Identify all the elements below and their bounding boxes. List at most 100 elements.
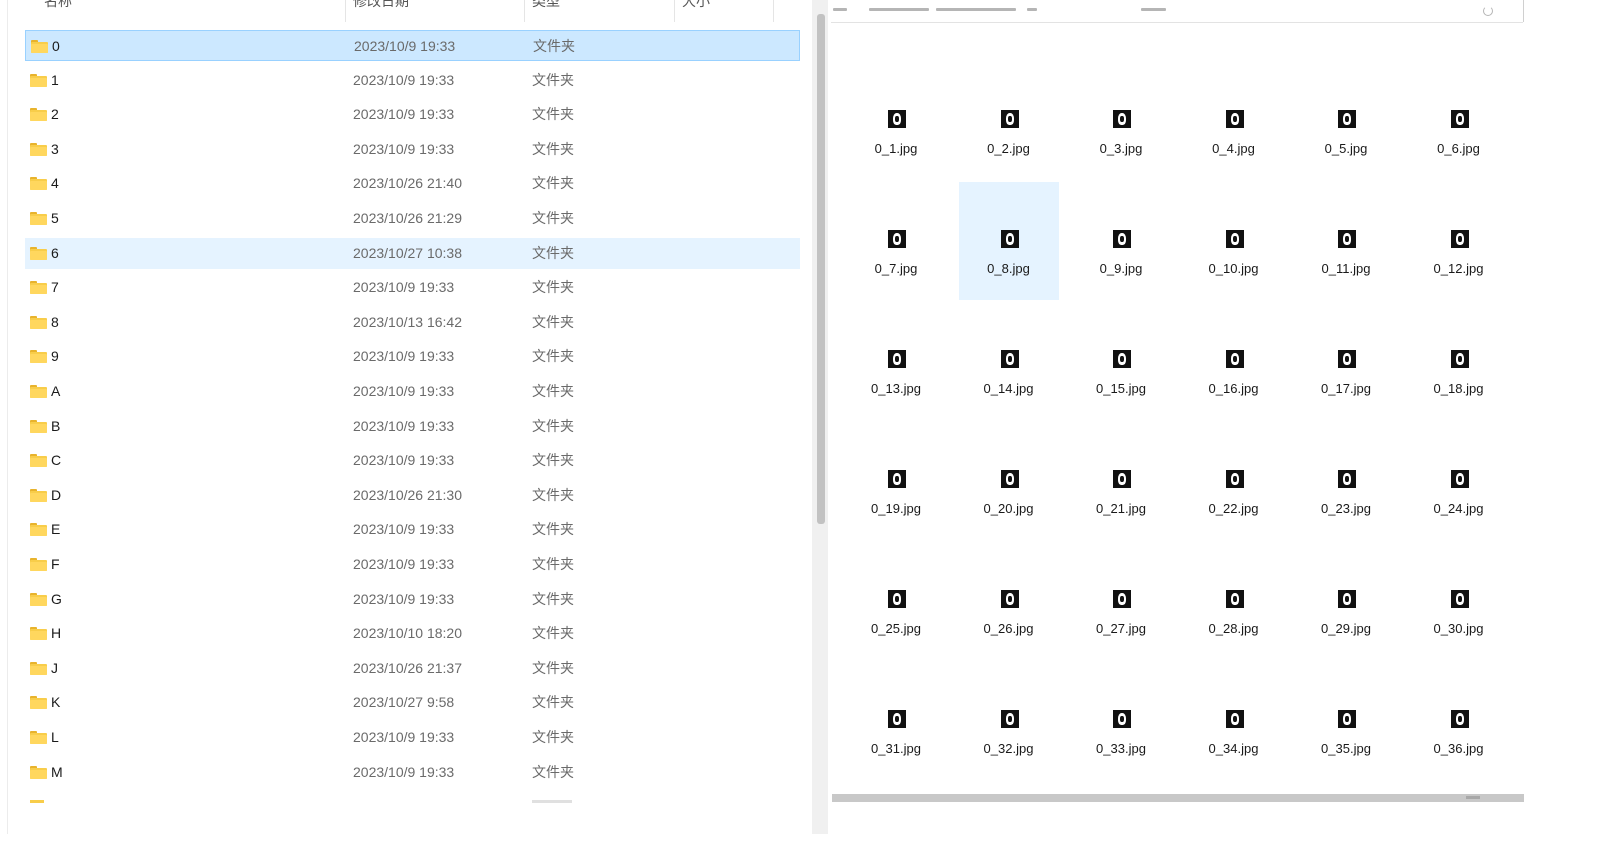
file-tile[interactable]: 0_26.jpg xyxy=(959,542,1059,660)
column-divider[interactable] xyxy=(773,0,774,22)
file-label: 0_13.jpg xyxy=(871,381,921,396)
table-row[interactable]: E 2023/10/9 19:33 文件夹 xyxy=(25,514,800,545)
image-thumbnail-icon xyxy=(1225,110,1244,128)
file-tile[interactable]: 0_30.jpg xyxy=(1409,542,1509,660)
file-tile[interactable]: 0_27.jpg xyxy=(1071,542,1171,660)
file-tile[interactable]: 0_13.jpg xyxy=(846,302,946,420)
file-label: 0_2.jpg xyxy=(987,141,1030,156)
column-header-name-label: 名称 xyxy=(44,0,72,9)
file-tile[interactable]: 0_35.jpg xyxy=(1296,662,1396,780)
file-tile[interactable]: 0_29.jpg xyxy=(1296,542,1396,660)
file-type: 文件夹 xyxy=(532,556,574,572)
column-divider[interactable] xyxy=(345,0,346,22)
table-row[interactable]: F 2023/10/9 19:33 文件夹 xyxy=(25,549,800,580)
file-name: L xyxy=(51,729,59,745)
table-row[interactable]: 8 2023/10/13 16:42 文件夹 xyxy=(25,307,800,338)
image-thumbnail-icon xyxy=(1338,110,1356,128)
file-tile[interactable]: 0_1.jpg xyxy=(846,62,946,180)
file-type: 文件夹 xyxy=(532,452,574,469)
file-tile[interactable]: 0_5.jpg xyxy=(1296,62,1396,180)
table-row-partial[interactable] xyxy=(25,800,800,812)
table-row[interactable]: A 2023/10/9 19:33 文件夹 xyxy=(25,376,800,407)
file-tile[interactable]: 0_6.jpg xyxy=(1409,62,1509,180)
file-tile[interactable]: 0_2.jpg xyxy=(959,62,1059,180)
file-tile[interactable]: 0_12.jpg xyxy=(1409,182,1509,300)
file-tile[interactable]: 0_3.jpg xyxy=(1071,62,1171,180)
table-row[interactable]: K 2023/10/27 9:58 文件夹 xyxy=(25,687,800,718)
column-header-name[interactable]: 名称 xyxy=(44,0,244,22)
table-row[interactable]: J 2023/10/26 21:37 文件夹 xyxy=(25,653,800,684)
table-row[interactable]: 2 2023/10/9 19:33 文件夹 xyxy=(25,99,800,130)
file-label: 0_26.jpg xyxy=(983,621,1034,636)
horizontal-scrollbar-grip[interactable] xyxy=(1466,796,1480,799)
image-thumbnail-icon xyxy=(1450,710,1469,728)
file-label: 0_14.jpg xyxy=(983,381,1034,396)
horizontal-scrollbar[interactable] xyxy=(832,794,1524,802)
file-tile[interactable]: 0_14.jpg xyxy=(959,302,1059,420)
column-header-type[interactable]: 类型 xyxy=(532,0,652,22)
file-tile[interactable]: 0_36.jpg xyxy=(1409,662,1509,780)
table-row[interactable]: M 2023/10/9 19:33 文件夹 xyxy=(25,757,800,788)
table-row[interactable]: 3 2023/10/9 19:33 文件夹 xyxy=(25,134,800,165)
file-tile[interactable]: 0_33.jpg xyxy=(1071,662,1171,780)
table-row[interactable]: 7 2023/10/9 19:33 文件夹 xyxy=(25,272,800,303)
modified-date: 2023/10/26 21:30 xyxy=(353,486,462,503)
file-tile[interactable]: 0_23.jpg xyxy=(1296,422,1396,540)
file-tile[interactable]: 0_18.jpg xyxy=(1409,302,1509,420)
file-tile[interactable]: 0_17.jpg xyxy=(1296,302,1396,420)
file-tile[interactable]: 0_21.jpg xyxy=(1071,422,1171,540)
column-header-size[interactable]: 大小 xyxy=(682,0,762,22)
table-row[interactable]: G 2023/10/9 19:33 文件夹 xyxy=(25,584,800,615)
file-tile[interactable]: 0_10.jpg xyxy=(1184,182,1284,300)
table-row[interactable]: 4 2023/10/26 21:40 文件夹 xyxy=(25,168,800,199)
file-tile[interactable]: 0_8.jpg xyxy=(958,182,1059,300)
table-row[interactable]: 0 2023/10/9 19:33 文件夹 xyxy=(25,30,800,61)
table-row[interactable]: L 2023/10/9 19:33 文件夹 xyxy=(25,722,800,753)
table-row[interactable]: C 2023/10/9 19:33 文件夹 xyxy=(25,445,800,476)
file-name: C xyxy=(51,452,62,469)
image-thumbnail-icon xyxy=(1450,230,1469,248)
image-thumbnail-icon xyxy=(1000,230,1019,248)
file-tile[interactable]: 0_25.jpg xyxy=(846,542,946,660)
table-row[interactable]: 9 2023/10/9 19:33 文件夹 xyxy=(25,341,800,372)
file-type: 文件夹 xyxy=(532,140,574,157)
table-row[interactable]: H 2023/10/10 18:20 文件夹 xyxy=(25,618,800,649)
file-name: H xyxy=(51,625,62,642)
column-header-size-label: 大小 xyxy=(682,0,710,9)
image-thumbnail-icon xyxy=(1225,350,1244,368)
table-row[interactable]: 6 2023/10/27 10:38 文件夹 xyxy=(25,237,800,269)
column-header-modified[interactable]: 修改日期 xyxy=(353,0,503,22)
folder-icon xyxy=(30,73,47,87)
file-tile[interactable]: 0_4.jpg xyxy=(1184,62,1284,180)
folder-icon xyxy=(30,108,47,122)
image-thumbnail-icon xyxy=(888,470,906,488)
table-row[interactable]: 5 2023/10/26 21:29 文件夹 xyxy=(25,203,800,234)
image-thumbnail-icon xyxy=(1338,590,1356,608)
file-tile[interactable]: 0_20.jpg xyxy=(959,422,1059,540)
file-tile[interactable]: 0_32.jpg xyxy=(959,662,1059,780)
file-tile[interactable]: 0_31.jpg xyxy=(846,662,946,780)
table-row[interactable]: 1 2023/10/9 19:33 文件夹 xyxy=(25,65,800,96)
file-tile[interactable]: 0_28.jpg xyxy=(1184,542,1284,660)
table-row[interactable]: D 2023/10/26 21:30 文件夹 xyxy=(25,480,800,511)
file-name: 6 xyxy=(51,244,59,261)
file-tile[interactable]: 0_24.jpg xyxy=(1409,422,1509,540)
column-divider[interactable] xyxy=(674,0,675,22)
file-label: 0_31.jpg xyxy=(871,741,921,756)
file-label: 0_8.jpg xyxy=(987,261,1030,276)
file-tile[interactable]: 0_9.jpg xyxy=(1071,182,1171,300)
file-tile[interactable]: 0_11.jpg xyxy=(1296,182,1396,300)
folder-icon xyxy=(30,419,47,433)
vertical-scrollbar-thumb[interactable] xyxy=(817,14,825,524)
file-tile[interactable]: 0_7.jpg xyxy=(846,182,946,300)
modified-date: 2023/10/9 19:33 xyxy=(353,279,455,296)
file-tile[interactable]: 0_15.jpg xyxy=(1071,302,1171,420)
file-tile[interactable]: 0_22.jpg xyxy=(1184,422,1284,540)
file-tile[interactable]: 0_16.jpg xyxy=(1184,302,1284,420)
file-tile[interactable]: 0_34.jpg xyxy=(1184,662,1284,780)
column-divider[interactable] xyxy=(524,0,525,22)
modified-date: 2023/10/9 19:33 xyxy=(353,556,455,572)
file-tile[interactable]: 0_19.jpg xyxy=(846,422,946,540)
image-thumbnail-icon xyxy=(1113,350,1131,368)
table-row[interactable]: B 2023/10/9 19:33 文件夹 xyxy=(25,411,800,442)
